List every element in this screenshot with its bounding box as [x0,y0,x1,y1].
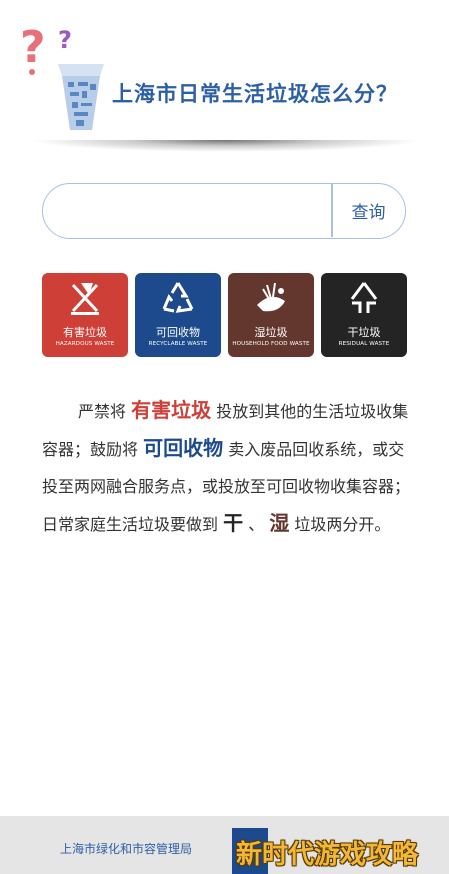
highlight-wet: 湿 [269,511,290,535]
category-recyclable[interactable]: 可回收物 RECYCLABLE WASTE [135,273,221,357]
residual-icon [350,282,378,313]
footer-org-name: 上海市绿化和市容管理局 [60,842,193,856]
search-button[interactable]: 查询 [333,184,404,237]
category-residual[interactable]: 干垃圾 RESIDUAL WASTE [321,273,407,357]
category-label-en: HOUSEHOLD FOOD WASTE [232,341,310,347]
hazardous-icon [71,283,99,315]
category-label: 有害垃圾 [63,326,107,339]
category-food-waste[interactable]: 湿垃圾 HOUSEHOLD FOOD WASTE [228,273,314,357]
recycle-icon [162,282,194,313]
search-input[interactable] [57,194,331,230]
category-label-en: RESIDUAL WASTE [338,341,390,347]
category-hazardous[interactable]: 有害垃圾 HAZARDOUS WASTE [42,273,128,357]
desc-part-4: 垃圾两分开。 [294,515,391,534]
category-grid: 有害垃圾 HAZARDOUS WASTE 可回收物 RECYCLABLE WAS… [42,273,408,357]
highlight-recyclable: 可回收物 [143,436,224,460]
category-label: 干垃圾 [347,326,381,339]
svg-text:?: ? [58,26,72,54]
highlight-hazardous: 有害垃圾 [131,398,212,422]
svg-text:?: ? [20,22,46,73]
category-label: 湿垃圾 [254,326,288,339]
food-waste-icon [257,282,285,312]
watermark: 新时代游戏攻略 [236,840,419,870]
header: ? ? 上海市日常生活垃圾怎么分？ [0,0,449,152]
category-label-en: RECYCLABLE WASTE [148,341,208,347]
desc-part-1: 严禁将 [78,402,127,421]
category-label-en: HAZARDOUS WASTE [55,341,115,347]
description-text: 严禁将 有害垃圾 投放到其他的生活垃圾收集容器；鼓励将 可回收物 卖入废品回收系… [42,392,412,543]
page-title: 上海市日常生活垃圾怎么分？ [112,82,398,106]
category-label: 可回收物 [156,326,200,339]
question-bin-logo-icon: ? ? [20,22,104,130]
search-bar: 查询 [42,183,406,239]
title-divider [30,140,422,152]
desc-separator: 、 [248,515,265,534]
highlight-dry: 干 [223,511,244,535]
